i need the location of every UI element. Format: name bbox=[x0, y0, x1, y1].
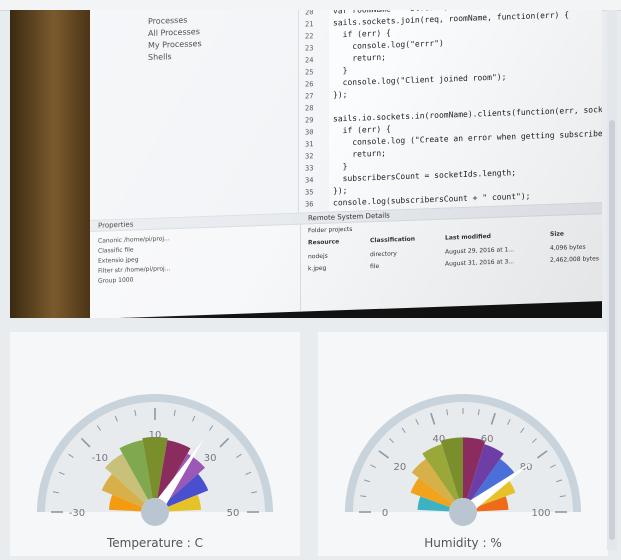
table-cell: August 31, 2016 at 3... bbox=[445, 258, 515, 268]
folder-projects-label: Folder projects bbox=[308, 225, 353, 235]
humidity-tick-label: 0 bbox=[382, 508, 388, 519]
temperature-tick-label: 10 bbox=[149, 430, 162, 441]
humidity-tick-label: 80 bbox=[520, 462, 533, 473]
table-header: Size bbox=[550, 230, 564, 238]
tree-item: Shells bbox=[148, 52, 172, 62]
table-row[interactable]: nodejs bbox=[308, 253, 328, 261]
tree-item: My Processes bbox=[148, 39, 202, 50]
humidity-tick-label: 40 bbox=[433, 434, 446, 445]
temperature-hub bbox=[141, 498, 169, 526]
humidity-gauge-card: 0 20 40 60 80 100 Humidity : % bbox=[318, 332, 608, 556]
photo-background-left bbox=[10, 10, 90, 318]
line-number-gutter: 20 21 22 23 24 25 26 27 28 29 30 31 32 3… bbox=[299, 10, 329, 232]
remote-system-panel: Remote System Details Folder projects Re… bbox=[300, 203, 602, 312]
process-tree: Processes All Processes My Processes She… bbox=[148, 14, 202, 64]
table-header: Resource bbox=[308, 238, 340, 247]
humidity-tick-label: 100 bbox=[531, 508, 550, 519]
properties-panel: Properties Canonic /home/pi/proj... Clas… bbox=[90, 213, 301, 318]
code-editor: 20 21 22 23 24 25 26 27 28 29 30 31 32 3… bbox=[298, 10, 602, 232]
temperature-gauge-card: -30 -10 10 30 50 Temperature : C bbox=[10, 332, 300, 556]
temperature-tick-label: -10 bbox=[92, 453, 108, 464]
scrollbar-thumb[interactable] bbox=[609, 120, 615, 540]
temperature-tick-label: 50 bbox=[227, 508, 240, 519]
humidity-gauge: 0 20 40 60 80 100 bbox=[345, 394, 581, 526]
table-cell: 4,096 bytes bbox=[550, 243, 586, 252]
humidity-gauge-label: Humidity : % bbox=[424, 536, 502, 550]
table-row[interactable]: k.jpeg bbox=[308, 265, 326, 273]
app-frame: Processes All Processes My Processes She… bbox=[0, 0, 621, 560]
camera-photo: Processes All Processes My Processes She… bbox=[10, 10, 602, 318]
table-cell: 2,462,008 bytes bbox=[550, 255, 599, 264]
properties-title: Properties bbox=[98, 220, 134, 230]
properties-rows: Canonic /home/pi/proj... Classific file … bbox=[98, 235, 171, 285]
temperature-gauge-label: Temperature : C bbox=[106, 536, 204, 550]
table-cell: August 29, 2016 at 1... bbox=[445, 246, 515, 256]
temperature-tick-label: 30 bbox=[204, 453, 217, 464]
table-cell: directory bbox=[370, 250, 397, 259]
humidity-hub bbox=[449, 498, 477, 526]
table-header: Classification bbox=[370, 235, 416, 245]
temperature-tick-label: -30 bbox=[69, 508, 85, 519]
table-header: Last modified bbox=[445, 232, 491, 242]
code-lines: var roomName = "stream"; sails.sockets.j… bbox=[333, 10, 602, 208]
scrollbar[interactable] bbox=[607, 10, 617, 550]
line-numbers: 20 21 22 23 24 25 26 27 28 29 30 31 32 3… bbox=[305, 10, 314, 232]
bottom-panels: Properties Canonic /home/pi/proj... Clas… bbox=[90, 202, 602, 318]
table-cell: file bbox=[370, 262, 380, 271]
humidity-tick-label: 60 bbox=[481, 434, 494, 445]
photographed-screen: Processes All Processes My Processes She… bbox=[90, 10, 602, 318]
humidity-tick-label: 20 bbox=[394, 462, 407, 473]
temperature-gauge: -30 -10 10 30 50 bbox=[37, 394, 273, 526]
